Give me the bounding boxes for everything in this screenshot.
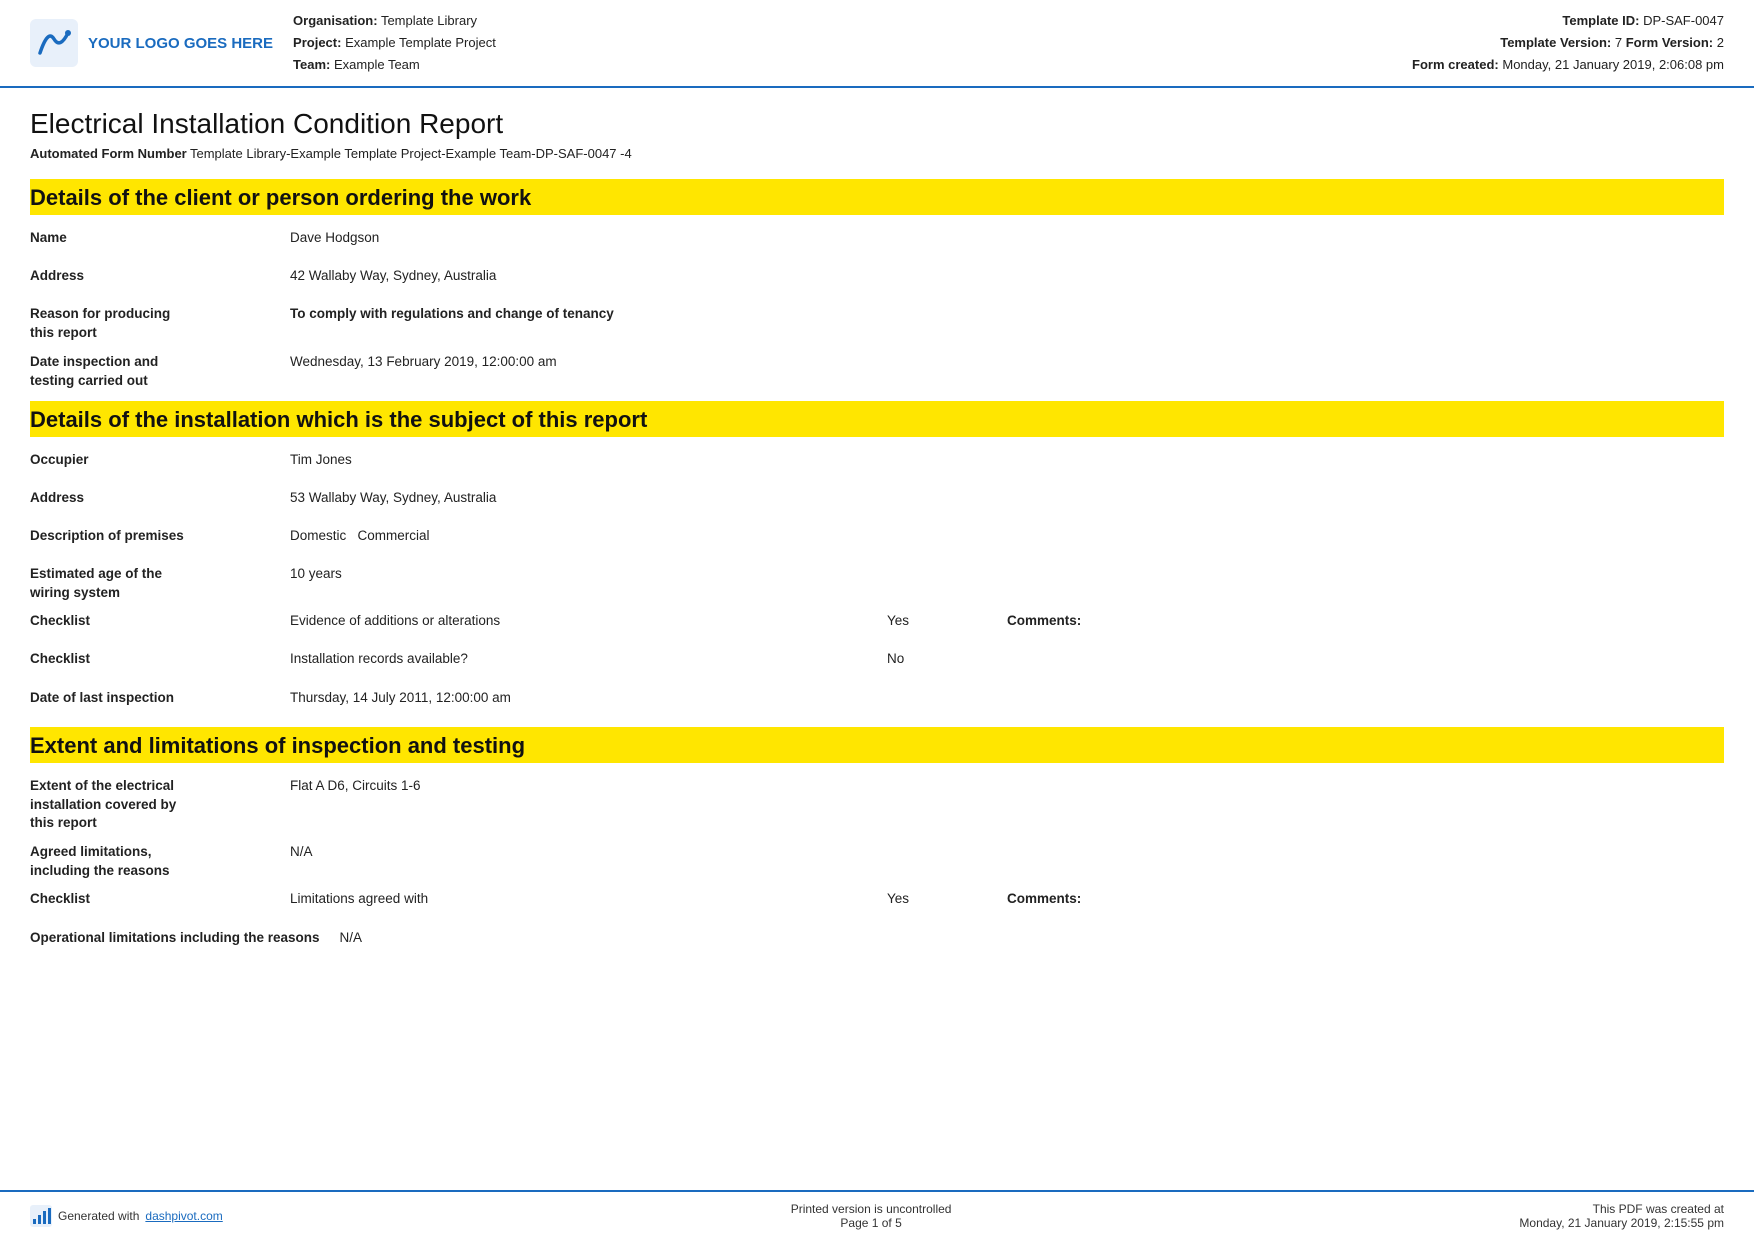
- install-date-last-label: Date of last inspection: [30, 689, 290, 708]
- form-version-label: Form Version:: [1626, 35, 1713, 50]
- form-number-value: Template Library-Example Template Projec…: [190, 146, 632, 161]
- extent-agreed-label: Agreed limitations,including the reasons: [30, 843, 290, 881]
- footer-left: Generated with dashpivot.com: [30, 1205, 223, 1227]
- client-name-label: Name: [30, 229, 290, 248]
- install-checklist-1-yesno: Yes: [887, 613, 1007, 628]
- project-value: Example Template Project: [345, 35, 496, 50]
- extent-coverage-label: Extent of the electricalinstallation cov…: [30, 777, 290, 834]
- extent-checklist-1-comments-label: Comments:: [1007, 891, 1127, 906]
- organisation-row: Organisation: Template Library: [293, 10, 1392, 32]
- install-date-last-row: Date of last inspection Thursday, 14 Jul…: [30, 689, 1724, 717]
- header-meta-info: Template ID: DP-SAF-0047 Template Versio…: [1412, 10, 1724, 76]
- install-date-last-value: Thursday, 14 July 2011, 12:00:00 am: [290, 689, 1724, 708]
- header: YOUR LOGO GOES HERE Organisation: Templa…: [0, 0, 1754, 88]
- template-id-row: Template ID: DP-SAF-0047: [1412, 10, 1724, 32]
- install-checklist-1-label: Checklist: [30, 613, 290, 628]
- install-address-label: Address: [30, 489, 290, 508]
- client-date-row: Date inspection andtesting carried out W…: [30, 353, 1724, 391]
- content: Electrical Installation Condition Report…: [0, 88, 1754, 1190]
- footer: Generated with dashpivot.com Printed ver…: [0, 1190, 1754, 1240]
- install-checklist-1-comments-label: Comments:: [1007, 613, 1127, 628]
- client-address-label: Address: [30, 267, 290, 286]
- extent-agreed-value: N/A: [290, 843, 1724, 862]
- client-date-label: Date inspection andtesting carried out: [30, 353, 290, 391]
- footer-logo-icon: [30, 1205, 52, 1227]
- template-id-value: DP-SAF-0047: [1643, 13, 1724, 28]
- page: YOUR LOGO GOES HERE Organisation: Templa…: [0, 0, 1754, 1240]
- extent-coverage-row: Extent of the electricalinstallation cov…: [30, 777, 1724, 834]
- client-name-value: Dave Hodgson: [290, 229, 1724, 248]
- section-installation-heading: Details of the installation which is the…: [30, 401, 1724, 437]
- form-version-value: 2: [1717, 35, 1724, 50]
- footer-right: This PDF was created at Monday, 21 Janua…: [1519, 1202, 1724, 1230]
- extent-checklist-1-row: Checklist Limitations agreed with Yes Co…: [30, 891, 1724, 919]
- form-number-row: Automated Form Number Template Library-E…: [30, 146, 1724, 161]
- client-reason-label: Reason for producingthis report: [30, 305, 290, 343]
- install-premises-row: Description of premises Domestic Commerc…: [30, 527, 1724, 555]
- install-age-label: Estimated age of thewiring system: [30, 565, 290, 603]
- client-address-row: Address 42 Wallaby Way, Sydney, Australi…: [30, 267, 1724, 295]
- client-reason-value: To comply with regulations and change of…: [290, 305, 1724, 324]
- template-id-label: Template ID:: [1562, 13, 1639, 28]
- install-address-row: Address 53 Wallaby Way, Sydney, Australi…: [30, 489, 1724, 517]
- install-checklist-2-yesno: No: [887, 651, 1007, 666]
- client-name-row: Name Dave Hodgson: [30, 229, 1724, 257]
- install-age-row: Estimated age of thewiring system 10 yea…: [30, 565, 1724, 603]
- organisation-value: Template Library: [381, 13, 477, 28]
- footer-center: Printed version is uncontrolled Page 1 o…: [791, 1202, 952, 1230]
- extent-operational-value: N/A: [340, 929, 1724, 948]
- header-org-info: Organisation: Template Library Project: …: [293, 10, 1392, 76]
- extent-checklist-1-label: Checklist: [30, 891, 290, 906]
- extent-agreed-row: Agreed limitations,including the reasons…: [30, 843, 1724, 881]
- logo-text: YOUR LOGO GOES HERE: [88, 35, 273, 52]
- project-label: Project:: [293, 35, 341, 50]
- install-premises-label: Description of premises: [30, 527, 290, 546]
- form-created-value: Monday, 21 January 2019, 2:06:08 pm: [1502, 57, 1724, 72]
- install-checklist-2-row: Checklist Installation records available…: [30, 651, 1724, 679]
- install-checklist-2-label: Checklist: [30, 651, 290, 666]
- footer-created-date: Monday, 21 January 2019, 2:15:55 pm: [1519, 1216, 1724, 1230]
- install-age-value: 10 years: [290, 565, 1724, 584]
- install-premises-value: Domestic Commercial: [290, 527, 1724, 546]
- footer-generated-link[interactable]: dashpivot.com: [145, 1209, 222, 1223]
- organisation-label: Organisation:: [293, 13, 378, 28]
- client-reason-row: Reason for producingthis report To compl…: [30, 305, 1724, 343]
- template-version-value: 7: [1615, 35, 1622, 50]
- team-label: Team:: [293, 57, 330, 72]
- form-number-label: Automated Form Number: [30, 146, 190, 161]
- install-address-value: 53 Wallaby Way, Sydney, Australia: [290, 489, 1724, 508]
- footer-created-text: This PDF was created at: [1519, 1202, 1724, 1216]
- install-occupier-row: Occupier Tim Jones: [30, 451, 1724, 479]
- template-version-row: Template Version: 7 Form Version: 2: [1412, 32, 1724, 54]
- section-client-heading: Details of the client or person ordering…: [30, 179, 1724, 215]
- section-extent-heading: Extent and limitations of inspection and…: [30, 727, 1724, 763]
- extent-checklist-1-item: Limitations agreed with: [290, 891, 887, 906]
- install-checklist-1-item: Evidence of additions or alterations: [290, 613, 887, 628]
- footer-printed-text: Printed version is uncontrolled: [791, 1202, 952, 1216]
- report-title: Electrical Installation Condition Report: [30, 108, 1724, 140]
- logo-section: YOUR LOGO GOES HERE: [30, 10, 273, 76]
- install-occupier-label: Occupier: [30, 451, 290, 470]
- extent-operational-label: Operational limitations including the re…: [30, 929, 340, 948]
- client-date-value: Wednesday, 13 February 2019, 12:00:00 am: [290, 353, 1724, 372]
- form-created-row: Form created: Monday, 21 January 2019, 2…: [1412, 54, 1724, 76]
- footer-generated-text: Generated with: [58, 1209, 139, 1223]
- form-created-label: Form created:: [1412, 57, 1499, 72]
- install-occupier-value: Tim Jones: [290, 451, 1724, 470]
- extent-coverage-value: Flat A D6, Circuits 1-6: [290, 777, 1724, 796]
- project-row: Project: Example Template Project: [293, 32, 1392, 54]
- footer-page-text: Page 1 of 5: [791, 1216, 952, 1230]
- team-value: Example Team: [334, 57, 420, 72]
- install-checklist-2-item: Installation records available?: [290, 651, 887, 666]
- extent-operational-row: Operational limitations including the re…: [30, 929, 1724, 957]
- extent-checklist-1-yesno: Yes: [887, 891, 1007, 906]
- install-checklist-1-row: Checklist Evidence of additions or alter…: [30, 613, 1724, 641]
- logo-icon: [30, 19, 78, 67]
- client-address-value: 42 Wallaby Way, Sydney, Australia: [290, 267, 1724, 286]
- team-row: Team: Example Team: [293, 54, 1392, 76]
- template-version-label: Template Version:: [1500, 35, 1611, 50]
